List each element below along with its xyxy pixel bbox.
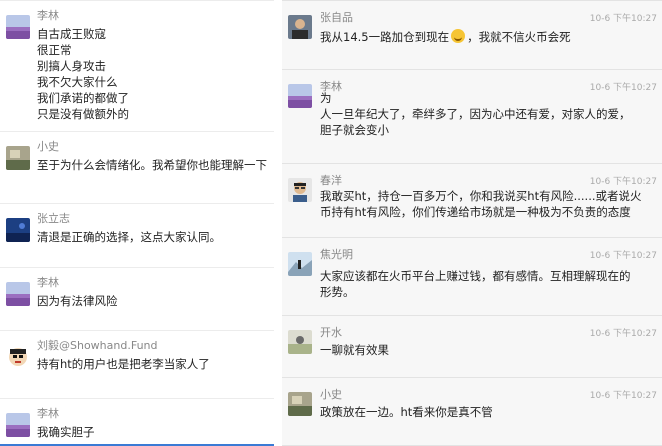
sender-name[interactable]: 小史 bbox=[37, 138, 59, 154]
sender-name[interactable]: 焦光明 bbox=[320, 246, 353, 262]
message-timestamp: 10-6 下午10:27 bbox=[589, 391, 657, 401]
chat-message: 小史 至于为什么会情绪化。我希望你也能理解一下 bbox=[0, 132, 274, 204]
message-text: 我确实胆子 bbox=[37, 425, 95, 439]
message-text: 为 人一旦年纪大了，牵绊多了，因为心中还有爱，对家人的爱， 胆子就会变小 bbox=[320, 91, 631, 137]
message-text: 大家应该都在火币平台上赚过钱，都有感情。互相理解现在的 形势。 bbox=[320, 269, 631, 299]
chat-message: 开水 10-6 下午10:27 一聊就有效果 bbox=[282, 316, 662, 378]
message-text-part: ，我就不信火币会死 bbox=[467, 30, 571, 44]
chat-message: 张立志 清退是正确的选择，这点大家认同。 bbox=[0, 204, 274, 268]
message-text-part: 我从14.5一路加仓到现在 bbox=[320, 30, 450, 44]
sender-name[interactable]: 刘毅@Showhand.Fund bbox=[37, 337, 158, 353]
landscape-avatar-icon[interactable] bbox=[288, 392, 312, 416]
message-text: 我从14.5一路加仓到现在 ，我就不信火币会死 bbox=[320, 29, 571, 45]
message-text: 至于为什么会情绪化。我希望你也能理解一下 bbox=[37, 158, 267, 172]
message-timestamp: 10-6 下午10:27 bbox=[589, 177, 657, 187]
chat-message: 张自品 10-6 下午10:27 我从14.5一路加仓到现在 ，我就不信火币会死 bbox=[282, 0, 662, 70]
sender-name[interactable]: 李林 bbox=[37, 7, 59, 23]
lavender-field-avatar-icon[interactable] bbox=[6, 282, 30, 306]
message-timestamp: 10-6 下午10:27 bbox=[589, 329, 657, 339]
chat-message: 春洋 10-6 下午10:27 我敢买ht，持仓一百多万个，你和我说买ht有风险… bbox=[282, 164, 662, 238]
message-text: 自古成王败寇 很正常 别搞人身攻击 我不欠大家什么 我们承诺的都做了 只是没有做… bbox=[37, 27, 129, 121]
chat-message: 刘毅@Showhand.Fund 持有ht的用户也是把老李当家人了 bbox=[0, 331, 274, 399]
message-timestamp: 10-6 下午10:27 bbox=[589, 14, 657, 24]
sender-name[interactable]: 张自品 bbox=[320, 9, 353, 25]
sender-name[interactable]: 开水 bbox=[320, 324, 342, 340]
lavender-field-avatar-icon[interactable] bbox=[288, 84, 312, 108]
message-text: 政策放在一边。ht看来你是真不管 bbox=[320, 405, 493, 419]
message-text: 清退是正确的选择，这点大家认同。 bbox=[37, 230, 221, 244]
chat-message: 李林 因为有法律风险 bbox=[0, 268, 274, 331]
sender-name[interactable]: 小史 bbox=[320, 386, 342, 402]
sender-name[interactable]: 李林 bbox=[37, 274, 59, 290]
mountain-person-avatar-icon[interactable] bbox=[288, 252, 312, 276]
chat-message: 李林 自古成王败寇 很正常 别搞人身攻击 我不欠大家什么 我们承诺的都做了 只是… bbox=[0, 0, 274, 132]
cartoon-avatar-icon[interactable] bbox=[6, 345, 30, 369]
emoji-icon bbox=[451, 29, 466, 43]
message-text: 持有ht的用户也是把老李当家人了 bbox=[37, 357, 210, 371]
outdoor-avatar-icon[interactable] bbox=[288, 330, 312, 354]
chat-message: 小史 10-6 下午10:27 政策放在一边。ht看来你是真不管 bbox=[282, 378, 662, 446]
sender-name[interactable]: 春洋 bbox=[320, 172, 342, 188]
lavender-field-avatar-icon[interactable] bbox=[6, 15, 30, 39]
chat-message: 李林 我确实胆子 bbox=[0, 399, 274, 446]
message-timestamp: 10-6 下午10:27 bbox=[589, 251, 657, 261]
man-glasses-avatar-icon[interactable] bbox=[288, 178, 312, 202]
landscape-avatar-icon[interactable] bbox=[6, 146, 30, 170]
sender-name[interactable]: 张立志 bbox=[37, 210, 70, 226]
chat-message: 李林 10-6 下午10:27 为 人一旦年纪大了，牵绊多了，因为心中还有爱，对… bbox=[282, 70, 662, 164]
portrait-avatar-icon[interactable] bbox=[288, 15, 312, 39]
message-text: 我敢买ht，持仓一百多万个，你和我说买ht有风险......或者说火 币持有ht… bbox=[320, 189, 642, 219]
blue-night-avatar-icon[interactable] bbox=[6, 218, 30, 242]
message-text: 因为有法律风险 bbox=[37, 294, 118, 308]
lavender-field-avatar-icon[interactable] bbox=[6, 413, 30, 437]
chat-message: 焦光明 10-6 下午10:27 大家应该都在火币平台上赚过钱，都有感情。互相理… bbox=[282, 238, 662, 316]
left-chat-column: 李林 自古成王败寇 很正常 别搞人身攻击 我不欠大家什么 我们承诺的都做了 只是… bbox=[0, 0, 274, 446]
right-chat-column: 张自品 10-6 下午10:27 我从14.5一路加仓到现在 ，我就不信火币会死 … bbox=[282, 0, 662, 446]
message-text: 一聊就有效果 bbox=[320, 343, 389, 357]
sender-name[interactable]: 李林 bbox=[37, 405, 59, 421]
